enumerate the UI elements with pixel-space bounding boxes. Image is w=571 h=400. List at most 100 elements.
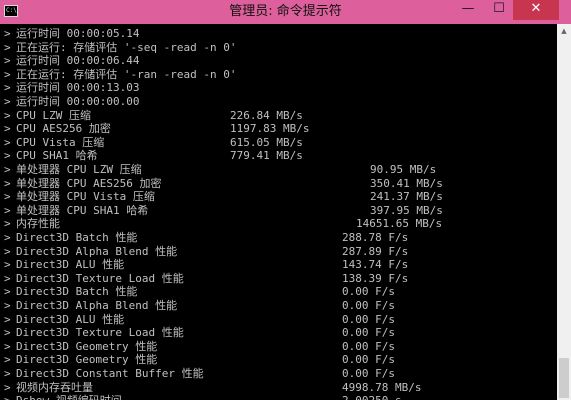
console-line-label: 视频内存吞吐量: [16, 380, 93, 394]
console-line-value: 226.84 MB/s: [230, 108, 303, 122]
console-line-value: 0.00 F/s: [342, 339, 395, 353]
console-line-label: Direct3D Alpha Blend 性能: [16, 299, 178, 312]
vertical-scrollbar[interactable]: ▲: [557, 24, 571, 400]
console-line-label: 单处理器 CPU SHA1 哈希: [16, 203, 149, 217]
prompt-symbol: >: [4, 312, 11, 326]
console-line-value: 1197.83 MB/s: [230, 122, 310, 136]
prompt-symbol: >: [4, 271, 11, 285]
console-line-label: CPU SHA1 哈希: [16, 149, 98, 163]
console-line-label: 运行时间 00:00:00.00: [16, 95, 140, 108]
prompt-symbol: >: [4, 326, 11, 340]
prompt-symbol: >: [4, 67, 11, 81]
prompt-symbol: >: [4, 176, 11, 190]
prompt-symbol: >: [4, 40, 11, 54]
console-line-label: 内存性能: [16, 217, 60, 231]
title-bar[interactable]: C:\ 管理员: 命令提示符 — ☐ ✕: [0, 0, 571, 24]
console-line-value: 90.95 MB/s: [370, 163, 437, 176]
console-line: > Direct3D Batch 性能 0.00 F/s: [4, 285, 552, 298]
prompt-symbol: >: [4, 394, 16, 400]
console-line-label: Direct3D Batch 性能: [16, 231, 138, 244]
prompt-symbol: >: [4, 353, 11, 367]
console-line: > 单处理器 CPU LZW 压缩 90.95 MB/s: [4, 163, 552, 176]
prompt-symbol: >: [4, 27, 11, 40]
console-line: > CPU AES256 加密 1197.83 MB/s: [4, 122, 552, 135]
console-line: > Direct3D Geometry 性能 0.00 F/s: [4, 340, 552, 353]
console-line: > 视频内存吞吐量 4998.78 MB/s: [4, 381, 552, 394]
console-line-label: 运行时间 00:00:06.44: [16, 54, 140, 68]
console-line: > Direct3D Alpha Blend 性能 287.89 F/s: [4, 245, 552, 258]
prompt-symbol: >: [4, 163, 11, 176]
console-line-value: 779.41 MB/s: [230, 149, 303, 163]
console-line-value: 138.39 F/s: [342, 271, 409, 285]
console-output[interactable]: > 运行时间 00:00:05.14 > 正在运行: 存储评估 '-seq -read…: [0, 24, 557, 400]
console-line-value: 0.00 F/s: [342, 285, 395, 299]
console-line-value: 14651.65 MB/s: [356, 217, 443, 231]
console-line: > 单处理器 CPU SHA1 哈希 397.95 MB/s: [4, 204, 552, 217]
console-line: > 单处理器 CPU AES256 加密 350.41 MB/s: [4, 177, 552, 190]
prompt-symbol: >: [4, 135, 11, 149]
prompt-symbol: >: [4, 81, 11, 95]
prompt-symbol: >: [4, 122, 11, 136]
prompt-symbol: >: [4, 95, 11, 108]
scrollbar-thumb[interactable]: [559, 358, 569, 398]
console-line-label: 单处理器 CPU Vista 压缩: [16, 190, 155, 204]
console-line: > 运行时间 00:00:06.44: [4, 54, 552, 67]
maximize-button[interactable]: ☐: [485, 0, 513, 20]
console-line: > Direct3D Texture Load 性能 0.00 F/s: [4, 326, 552, 339]
console-line-label: Direct3D Texture Load 性能: [16, 271, 184, 285]
console-line-label: Direct3D Geometry 性能: [16, 339, 158, 353]
prompt-symbol: >: [4, 339, 11, 353]
console-line: > CPU LZW 压缩 226.84 MB/s: [4, 109, 552, 122]
console-line-value: 0.00 F/s: [342, 353, 395, 367]
console-line-label: CPU LZW 压缩: [16, 108, 91, 122]
console-line-label: 运行时间 00:00:05.14: [16, 27, 140, 40]
console-line: > 正在运行: 存储评估 '-ran -read -n 0': [4, 68, 552, 81]
console-line-value: 0.00 F/s: [342, 299, 395, 312]
console-line-value: 4998.78 MB/s: [342, 380, 422, 394]
prompt-symbol: >: [4, 54, 11, 68]
close-button[interactable]: ✕: [513, 0, 559, 20]
console-line-value: 0.00 F/s: [342, 367, 395, 380]
prompt-symbol: >: [4, 217, 11, 231]
console-line-value: 2.00250 s: [342, 394, 402, 400]
prompt-symbol: >: [4, 367, 11, 380]
minimize-button[interactable]: —: [451, 0, 485, 20]
console-line: > CPU Vista 压缩 615.05 MB/s: [4, 136, 552, 149]
console-line-label: 正在运行: 存储评估 '-seq -read -n 0': [16, 40, 237, 54]
console-line-label: 单处理器 CPU AES256 加密: [16, 176, 162, 190]
command-prompt-window: C:\ 管理员: 命令提示符 — ☐ ✕ > 运行时间 00:00:05.14 > 正…: [0, 0, 571, 400]
console-line: > 单处理器 CPU Vista 压缩 241.37 MB/s: [4, 190, 552, 203]
console-line-label: Dshow 视频编码时间: [16, 394, 122, 400]
prompt-symbol: >: [4, 149, 11, 163]
console-line-label: Direct3D Constant Buffer 性能: [16, 367, 204, 380]
prompt-symbol: >: [4, 231, 11, 244]
prompt-symbol: >: [4, 244, 11, 258]
prompt-symbol: >: [4, 203, 11, 217]
prompt-symbol: >: [4, 285, 11, 299]
console-line-value: 0.00 F/s: [342, 326, 395, 340]
console-line-label: Direct3D ALU 性能: [16, 258, 125, 272]
console-line-value: 287.89 F/s: [342, 244, 409, 258]
scroll-up-arrow-icon[interactable]: ▲: [557, 24, 571, 38]
console-line-label: Direct3D Geometry 性能: [16, 353, 158, 367]
console-line-value: 397.95 MB/s: [370, 203, 443, 217]
console-line-label: 单处理器 CPU LZW 压缩: [16, 163, 142, 176]
console-line-label: 运行时间 00:00:13.03: [16, 81, 140, 95]
console-line: > 正在运行: 存储评估 '-seq -read -n 0': [4, 41, 552, 54]
prompt-symbol: >: [4, 380, 11, 394]
console-line: > Direct3D Batch 性能 288.78 F/s: [4, 231, 552, 244]
console-line: > Direct3D Geometry 性能 0.00 F/s: [4, 353, 552, 366]
console-line: > Direct3D Alpha Blend 性能 0.00 F/s: [4, 299, 552, 312]
console-line: > Direct3D ALU 性能 0.00 F/s: [4, 313, 552, 326]
console-line-label: CPU Vista 压缩: [16, 135, 105, 149]
console-line: > Direct3D ALU 性能 143.74 F/s: [4, 258, 552, 271]
console-line: > CPU SHA1 哈希 779.41 MB/s: [4, 149, 552, 162]
console-line-label: CPU AES256 加密: [16, 122, 111, 136]
prompt-symbol: >: [4, 190, 11, 204]
prompt-symbol: >: [4, 299, 11, 312]
prompt-symbol: >: [4, 258, 11, 272]
console-line: > 运行时间 00:00:13.03: [4, 81, 552, 94]
console-line: > Direct3D Texture Load 性能 138.39 F/s: [4, 272, 552, 285]
console-line-label: Direct3D ALU 性能: [16, 312, 125, 326]
console-line-label: Direct3D Texture Load 性能: [16, 326, 184, 340]
